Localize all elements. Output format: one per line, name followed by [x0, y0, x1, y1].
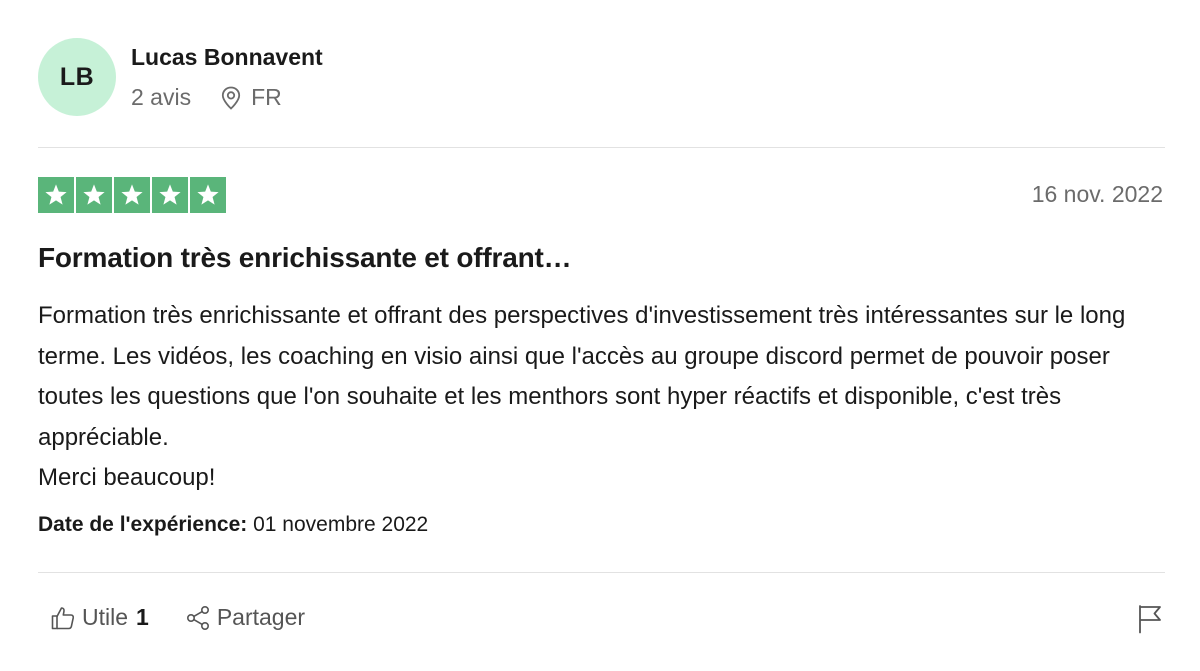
review-actions: Utile 1 Partager	[50, 604, 305, 631]
star-rating	[38, 177, 226, 213]
experience-date: Date de l'expérience: 01 novembre 2022	[38, 513, 428, 537]
review-body: Formation très enrichissante et offrant …	[38, 296, 1165, 499]
review-date: 16 nov. 2022	[1031, 181, 1163, 207]
review-title[interactable]: Formation très enrichissante et offrant…	[38, 242, 572, 274]
share-icon	[186, 605, 209, 630]
reviewer-meta: 2 avis FR	[131, 84, 282, 111]
avatar[interactable]: LB	[38, 38, 116, 116]
share-label: Partager	[216, 604, 306, 630]
location-pin-icon	[221, 86, 241, 110]
divider	[38, 147, 1165, 148]
share-button[interactable]: Partager	[185, 604, 305, 631]
useful-button[interactable]: Utile 1	[50, 604, 149, 631]
reviewer-country: FR	[251, 84, 282, 110]
reviewer-name[interactable]: Lucas Bonnavent	[131, 44, 323, 71]
experience-label: Date de l'expérience:	[38, 513, 248, 536]
useful-count: 1	[136, 604, 149, 630]
star-icon	[76, 177, 112, 213]
star-icon	[114, 177, 150, 213]
star-icon	[190, 177, 226, 213]
useful-label: Utile	[82, 604, 129, 630]
flag-icon[interactable]	[1137, 604, 1163, 634]
experience-value: 01 novembre 2022	[253, 513, 429, 536]
star-icon	[152, 177, 188, 213]
review-paragraph: Merci beaucoup!	[38, 464, 216, 491]
star-icon	[38, 177, 74, 213]
divider	[38, 572, 1165, 573]
review-paragraph: Formation très enrichissante et offrant …	[38, 302, 1126, 451]
reviews-count: 2 avis	[131, 84, 192, 110]
reviewer-header: LB Lucas Bonnavent 2 avis FR	[38, 38, 1165, 118]
review-card: LB Lucas Bonnavent 2 avis FR 16 nov. 202…	[38, 0, 1165, 671]
thumbs-up-icon	[51, 606, 75, 629]
